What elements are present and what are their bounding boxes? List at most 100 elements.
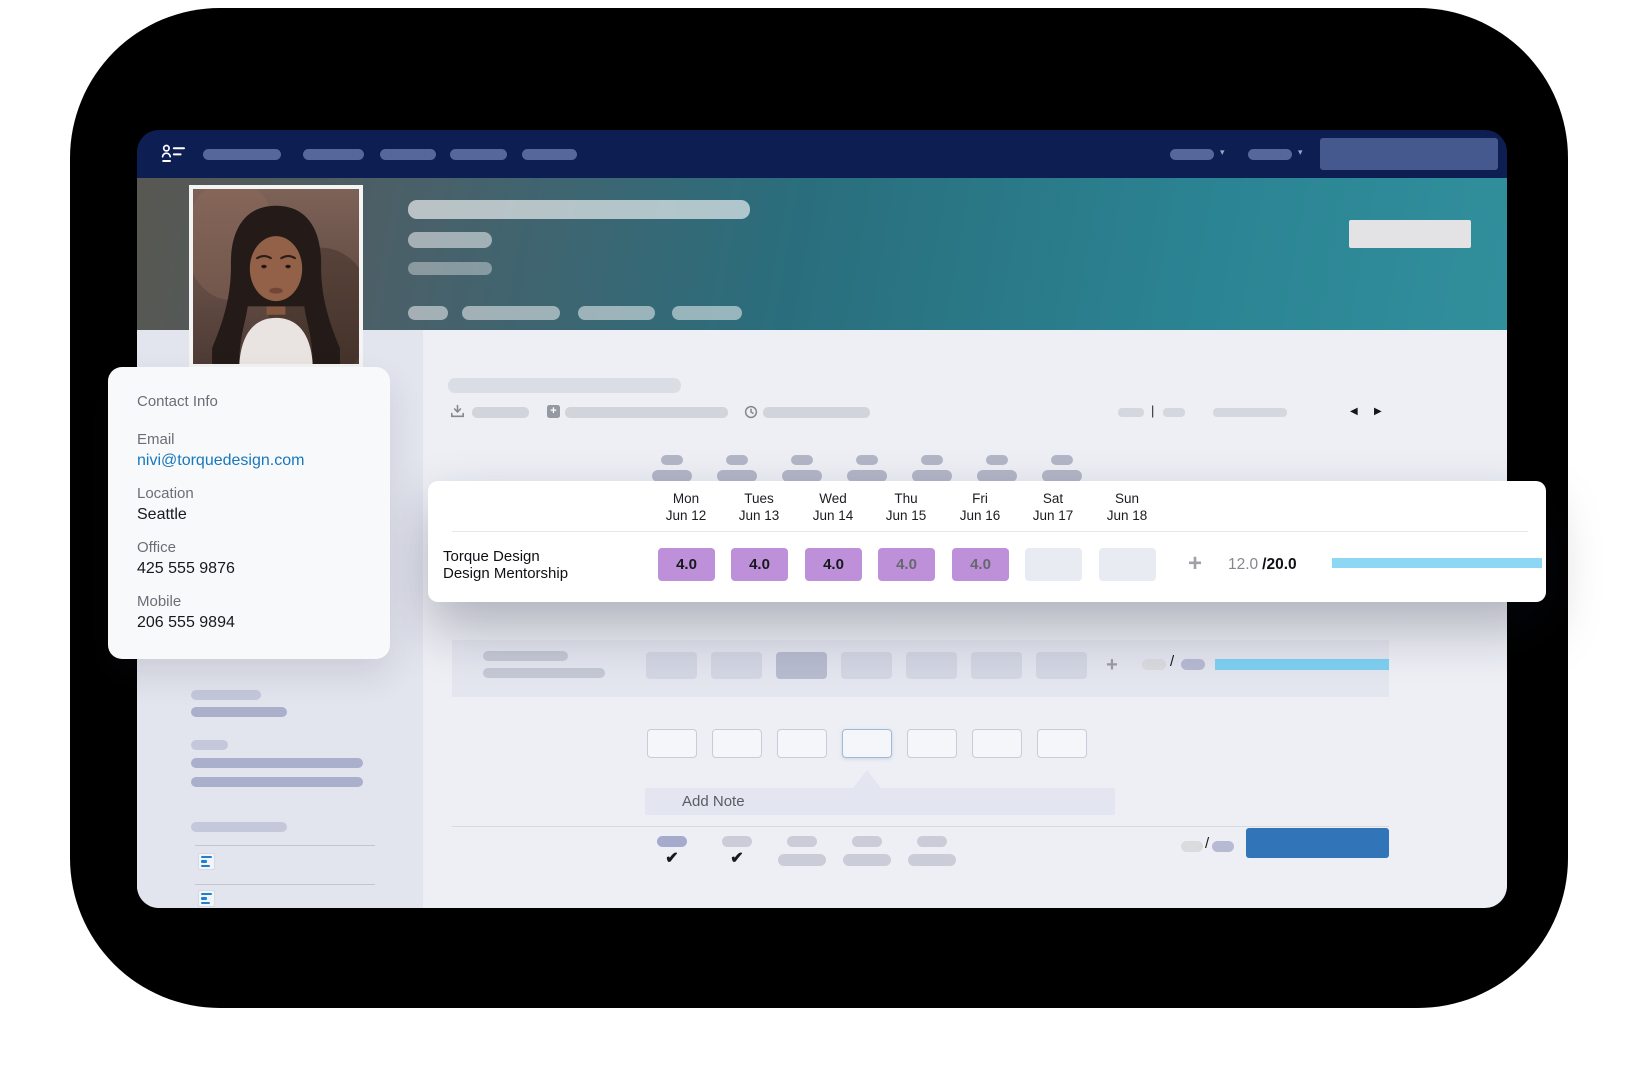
location-label: Location xyxy=(137,485,370,502)
add-icon[interactable]: + xyxy=(547,405,560,418)
nav-menu-item-placeholder[interactable] xyxy=(203,149,281,160)
sidebar-text-placeholder xyxy=(191,758,363,768)
logged-hours-placeholder xyxy=(1142,659,1166,670)
contact-info-card: Contact Info Email nivi@torquedesign.com… xyxy=(108,367,390,659)
hero-subtitle-placeholder xyxy=(408,262,492,275)
sidebar-text-placeholder xyxy=(191,707,287,717)
hour-input[interactable] xyxy=(972,729,1022,758)
day-header: TuesJun 13 xyxy=(717,490,801,524)
nav-account-dropdown-placeholder[interactable] xyxy=(1248,149,1292,160)
hero-meta-placeholder xyxy=(462,306,560,320)
timesheet-cell-placeholder[interactable] xyxy=(971,652,1022,679)
day-status-placeholder xyxy=(787,836,817,847)
section-title-placeholder xyxy=(448,378,681,393)
day-status-placeholder xyxy=(852,836,882,847)
logged-hours-placeholder xyxy=(1181,841,1203,852)
hours-progress-bar xyxy=(1215,659,1389,670)
hour-input[interactable] xyxy=(647,729,697,758)
nav-menu-item-placeholder[interactable] xyxy=(450,149,507,160)
approved-check-icon: ✔ xyxy=(722,848,752,868)
clock-icon[interactable] xyxy=(744,405,758,419)
hero-title-placeholder xyxy=(408,232,492,248)
add-entry-icon[interactable]: + xyxy=(1100,652,1124,679)
hours-cell[interactable]: 4.0 xyxy=(658,548,715,581)
email-label: Email xyxy=(137,431,370,448)
submit-button[interactable] xyxy=(1246,828,1389,858)
timesheet-cell-placeholder[interactable] xyxy=(1036,652,1087,679)
row-label-placeholder xyxy=(483,668,605,678)
mobile-value: 206 555 9894 xyxy=(137,614,370,632)
add-entry-icon[interactable]: + xyxy=(1180,548,1210,581)
download-icon[interactable] xyxy=(450,404,465,419)
sidebar-text-placeholder xyxy=(191,690,261,700)
day-status-placeholder xyxy=(722,836,752,847)
day-header: ThuJun 15 xyxy=(864,490,948,524)
hours-progress-bar xyxy=(1332,558,1542,568)
location-value: Seattle xyxy=(137,506,370,524)
day-header-placeholder xyxy=(717,455,757,482)
nav-menu-item-placeholder[interactable] xyxy=(380,149,436,160)
people-list-icon[interactable] xyxy=(161,143,187,165)
pending-status-placeholder xyxy=(843,854,891,866)
nav-user-dropdown-placeholder[interactable] xyxy=(1170,149,1214,160)
timesheet-cell-placeholder[interactable] xyxy=(711,652,762,679)
pending-status-placeholder xyxy=(908,854,956,866)
top-nav: ▾ ▾ xyxy=(137,130,1507,178)
office-label: Office xyxy=(137,539,370,556)
day-header: SunJun 18 xyxy=(1085,490,1169,524)
email-link[interactable]: nivi@torquedesign.com xyxy=(137,452,370,470)
day-header: MonJun 12 xyxy=(644,490,728,524)
date-range-placeholder xyxy=(1213,408,1287,417)
previous-week-arrow[interactable]: ◀ xyxy=(1350,406,1358,417)
day-header: FriJun 16 xyxy=(938,490,1022,524)
hours-cell[interactable]: 4.0 xyxy=(952,548,1009,581)
toolbar-label-placeholder xyxy=(565,407,728,418)
nav-menu-item-placeholder[interactable] xyxy=(303,149,364,160)
day-header: WedJun 14 xyxy=(791,490,875,524)
nav-menu-item-placeholder[interactable] xyxy=(522,149,577,160)
hour-input[interactable] xyxy=(712,729,762,758)
day-status-placeholder xyxy=(657,836,687,847)
hour-input-focused[interactable] xyxy=(842,729,892,758)
timesheet-cell-placeholder[interactable] xyxy=(841,652,892,679)
contact-card-title: Contact Info xyxy=(137,393,370,410)
hour-input[interactable] xyxy=(1037,729,1087,758)
day-header-placeholder xyxy=(652,455,692,482)
page-indicator-placeholder xyxy=(1163,408,1185,417)
hours-cell-empty[interactable] xyxy=(1025,548,1082,581)
add-note-input[interactable]: Add Note xyxy=(645,788,1115,815)
hour-input[interactable] xyxy=(907,729,957,758)
day-header: SatJun 17 xyxy=(1011,490,1095,524)
hours-cell[interactable]: 4.0 xyxy=(878,548,935,581)
timesheet-cell-placeholder[interactable] xyxy=(906,652,957,679)
hours-capacity: /20.0 xyxy=(1262,556,1296,574)
hero-meta-placeholder xyxy=(408,306,448,320)
sidebar-text-placeholder xyxy=(191,822,287,832)
next-week-arrow[interactable]: ▶ xyxy=(1374,406,1382,417)
popup-divider xyxy=(452,531,1528,532)
section-divider xyxy=(452,826,1389,827)
toolbar-label-placeholder xyxy=(763,407,870,418)
capacity-hours-placeholder xyxy=(1181,659,1205,670)
global-search-input[interactable] xyxy=(1320,138,1498,170)
hours-cell[interactable]: 4.0 xyxy=(805,548,862,581)
hours-cell[interactable]: 4.0 xyxy=(731,548,788,581)
hero-action-button[interactable] xyxy=(1349,220,1471,248)
timesheet-cell-placeholder-selected[interactable] xyxy=(776,652,827,679)
hour-input[interactable] xyxy=(777,729,827,758)
document-attachment-icon[interactable] xyxy=(198,890,215,907)
hours-logged: 12.0 xyxy=(1228,556,1258,574)
sidebar-divider xyxy=(195,845,375,846)
timesheet-cell-placeholder[interactable] xyxy=(646,652,697,679)
pending-status-placeholder xyxy=(778,854,826,866)
mobile-label: Mobile xyxy=(137,593,370,610)
note-pointer-caret xyxy=(853,770,881,788)
office-value: 425 555 9876 xyxy=(137,560,370,578)
document-attachment-icon[interactable] xyxy=(198,853,215,870)
day-header-placeholder xyxy=(782,455,822,482)
sidebar-divider xyxy=(195,884,375,885)
timesheet-row-label: Torque DesignDesign Mentorship xyxy=(443,548,568,582)
hours-cell-empty[interactable] xyxy=(1099,548,1156,581)
profile-photo xyxy=(189,185,363,368)
toolbar-separator: | xyxy=(1151,403,1154,418)
